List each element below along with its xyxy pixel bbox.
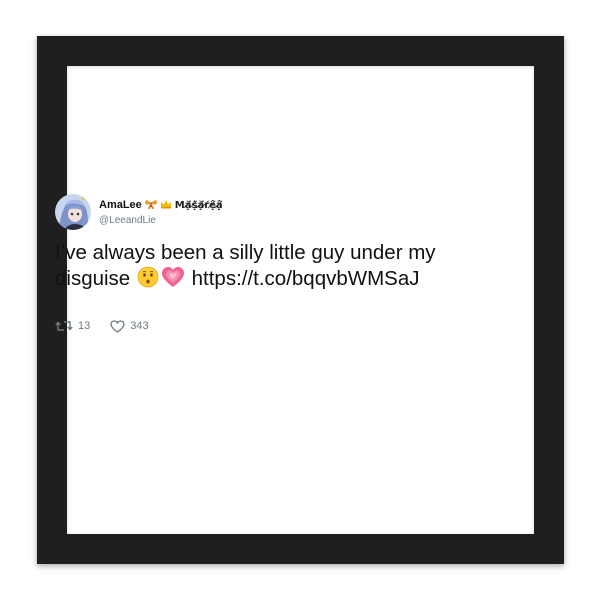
retweet-icon[interactable]	[55, 319, 73, 333]
display-name-row: AmaLee Mặ̸ṩ̸ặ̸r̸ệ̸ậ̸	[99, 199, 223, 212]
display-name-suffix: Mặ̸ṩ̸ặ̸r̸ệ̸ậ̸	[174, 199, 223, 211]
tweet-card: AmaLee Mặ̸ṩ̸ặ̸r̸ệ̸ậ̸ @LeeandLie I’ve alw…	[55, 194, 465, 333]
tweet-stats: 13 343	[55, 319, 465, 333]
butterfly-icon	[144, 199, 157, 212]
retweet-stat[interactable]: 13	[55, 319, 90, 333]
tweet-link[interactable]: https://t.co/bqqvbWMSaJ	[192, 267, 420, 290]
tweet-author: AmaLee Mặ̸ṩ̸ặ̸r̸ệ̸ậ̸ @LeeandLie	[99, 199, 223, 226]
like-stat[interactable]: 343	[110, 319, 149, 333]
growing-heart-icon	[161, 266, 185, 295]
display-name[interactable]: AmaLee	[99, 199, 142, 211]
user-handle[interactable]: @LeeandLie	[99, 215, 223, 226]
tweet-header: AmaLee Mặ̸ṩ̸ặ̸r̸ệ̸ậ̸ @LeeandLie	[55, 194, 465, 230]
kissing-face-icon	[137, 266, 159, 295]
tweet-text: I’ve always been a silly little guy unde…	[55, 240, 475, 295]
like-count: 343	[130, 320, 149, 332]
heart-icon[interactable]	[110, 319, 125, 333]
retweet-count: 13	[78, 320, 91, 332]
crown-icon	[160, 199, 172, 212]
avatar[interactable]	[55, 194, 91, 230]
